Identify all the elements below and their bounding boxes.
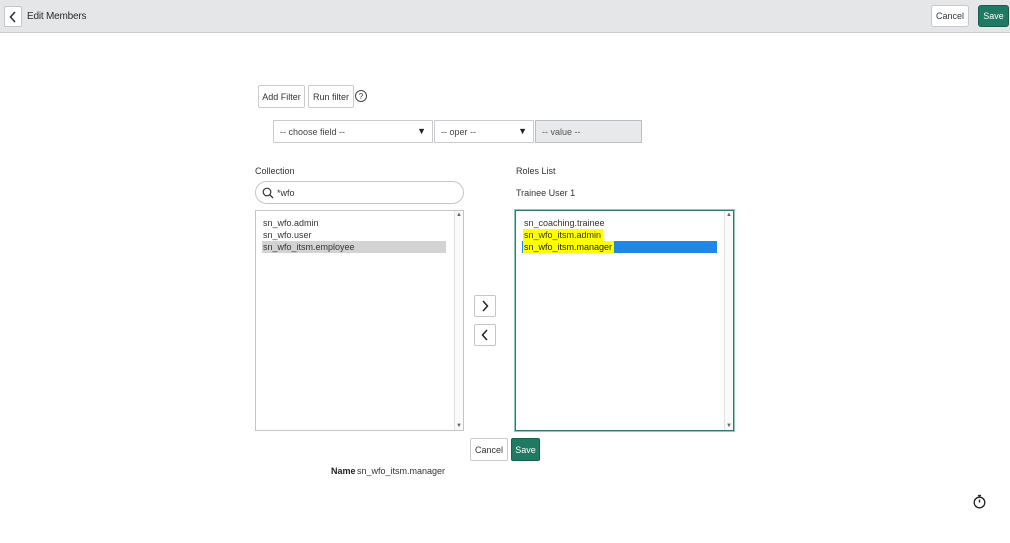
scroll-up-icon[interactable]: ▲ xyxy=(456,212,462,218)
scroll-up-icon[interactable]: ▲ xyxy=(726,212,732,218)
collection-scrollbar[interactable]: ▲ ▼ xyxy=(454,211,463,430)
search-icon xyxy=(262,187,274,198)
run-filter-button[interactable]: Run filter xyxy=(308,85,354,108)
operator-select[interactable]: -- oper -- ▼ xyxy=(434,120,534,143)
collection-item-selected[interactable]: sn_wfo_itsm.employee xyxy=(262,241,446,253)
choose-field-select[interactable]: -- choose field -- ▼ xyxy=(273,120,433,143)
save-button[interactable]: Save xyxy=(511,438,540,461)
remove-from-roles-button[interactable] xyxy=(474,324,496,346)
page-title: Edit Members xyxy=(27,11,87,22)
roles-scrollbar[interactable]: ▲ ▼ xyxy=(724,211,733,430)
name-value: sn_wfo_itsm.manager xyxy=(357,466,446,476)
chevron-left-icon xyxy=(9,10,16,23)
collection-item[interactable]: sn_wfo.user xyxy=(263,229,312,241)
roles-list-label: Roles List xyxy=(516,166,556,176)
header-bar: Edit Members Cancel Save xyxy=(0,0,1010,33)
roles-item[interactable]: sn_coaching.trainee xyxy=(524,217,605,229)
question-icon[interactable]: ? xyxy=(355,90,367,102)
dropdown-arrow-icon: ▼ xyxy=(518,126,527,136)
collection-label: Collection xyxy=(255,166,295,176)
name-label: Name xyxy=(331,466,356,476)
roles-item-selected[interactable]: sn_wfo_itsm.manager xyxy=(523,241,615,253)
scroll-down-icon[interactable]: ▼ xyxy=(456,423,462,429)
add-filter-button[interactable]: Add Filter xyxy=(258,85,305,108)
choose-field-text: -- choose field -- xyxy=(280,126,346,137)
roles-user-label: Trainee User 1 xyxy=(516,188,576,198)
value-placeholder: -- value -- xyxy=(542,126,581,137)
value-input[interactable]: -- value -- xyxy=(535,120,642,143)
operator-text: -- oper -- xyxy=(441,126,477,137)
back-button[interactable] xyxy=(4,6,22,27)
chevron-left-icon xyxy=(481,329,488,341)
scroll-down-icon[interactable]: ▼ xyxy=(726,423,732,429)
dropdown-arrow-icon: ▼ xyxy=(417,126,426,136)
stopwatch-icon[interactable] xyxy=(972,494,987,509)
collection-search-input[interactable]: *wfo xyxy=(255,181,464,204)
collection-item[interactable]: sn_wfo.admin xyxy=(263,217,319,229)
search-value: *wfo xyxy=(277,187,295,198)
roles-item-highlighted[interactable]: sn_wfo_itsm.admin xyxy=(523,229,604,241)
chevron-right-icon xyxy=(482,300,489,312)
cancel-button[interactable]: Cancel xyxy=(470,438,508,461)
roles-listbox[interactable]: sn_coaching.trainee sn_wfo_itsm.admin sn… xyxy=(515,210,734,431)
collection-listbox[interactable]: sn_wfo.admin sn_wfo.user sn_wfo_itsm.emp… xyxy=(255,210,464,431)
add-to-roles-button[interactable] xyxy=(474,295,496,317)
header-save-button[interactable]: Save xyxy=(978,5,1009,27)
header-cancel-button[interactable]: Cancel xyxy=(931,5,969,27)
